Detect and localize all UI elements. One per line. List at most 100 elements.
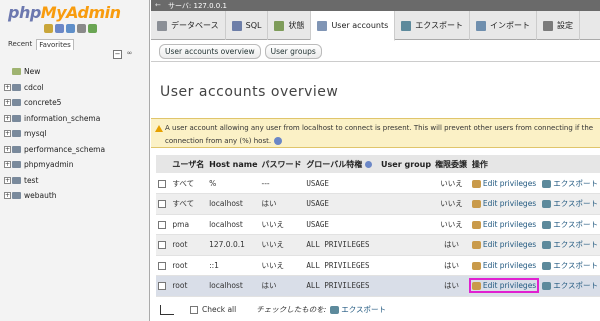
footer-export-button[interactable]: エクスポート	[341, 304, 386, 315]
database-name[interactable]: cdcol	[24, 83, 44, 92]
edit-privileges-button[interactable]: Edit privileges	[471, 240, 536, 250]
cell-actions: Edit privileges エクスポート	[468, 275, 600, 297]
database-name[interactable]: performance_schema	[24, 145, 105, 154]
database-item[interactable]: + concrete5	[4, 95, 146, 111]
export-icon	[542, 241, 552, 250]
row-checkbox-cell	[156, 193, 171, 215]
cell-username: すべて	[170, 193, 208, 215]
database-name[interactable]: New	[24, 67, 40, 76]
warning-notice: A user account allowing any user from lo…	[151, 118, 600, 148]
link-icon[interactable]: ∞	[125, 50, 134, 59]
help-icon[interactable]	[365, 160, 373, 168]
status-icon	[274, 20, 285, 31]
database-icon	[12, 114, 21, 122]
export-icon	[542, 200, 552, 209]
edit-privileges-icon	[471, 261, 481, 270]
edit-privileges-button[interactable]: Edit privileges	[471, 261, 536, 270]
edit-privileges-button[interactable]: Edit privileges	[471, 199, 536, 209]
logout-icon[interactable]	[55, 24, 64, 33]
expand-icon[interactable]: +	[4, 130, 11, 138]
cell-actions: Edit privileges エクスポート	[469, 255, 600, 276]
tab-label: User accounts	[331, 21, 389, 30]
row-checkbox[interactable]	[158, 200, 166, 209]
row-checkbox[interactable]	[158, 241, 166, 250]
expand-icon[interactable]: +	[4, 145, 11, 153]
tab-favorites[interactable]: Favorites	[36, 39, 74, 50]
home-icon[interactable]	[44, 24, 53, 33]
database-name[interactable]: concrete5	[24, 98, 61, 107]
expand-icon[interactable]: +	[4, 114, 11, 122]
tab-recent[interactable]: Recent	[6, 39, 34, 50]
export-icon[interactable]	[330, 305, 340, 314]
database-name[interactable]: webauth	[24, 191, 57, 200]
expand-icon[interactable]: +	[4, 83, 11, 91]
cell-hostname: ::1	[207, 255, 260, 276]
row-checkbox[interactable]	[158, 179, 166, 188]
header-username[interactable]: ユーザ名	[170, 155, 208, 173]
export-button[interactable]: エクスポート	[542, 240, 598, 250]
database-item[interactable]: New	[4, 64, 146, 80]
tab-import[interactable]: インポート	[470, 11, 538, 40]
export-button[interactable]: エクスポート	[542, 179, 598, 188]
subtab-user-accounts-overview[interactable]: User accounts overview	[159, 44, 261, 59]
export-button[interactable]: エクスポート	[542, 261, 598, 270]
database-name[interactable]: information_schema	[24, 114, 100, 123]
row-checkbox[interactable]	[158, 220, 166, 229]
row-checkbox[interactable]	[158, 261, 166, 270]
database-item[interactable]: + mysql	[4, 126, 146, 142]
row-checkbox[interactable]	[158, 282, 166, 291]
edit-privileges-button[interactable]: Edit privileges	[471, 220, 536, 229]
tab-export[interactable]: エクスポート	[395, 11, 471, 40]
database-name[interactable]: phpmyadmin	[24, 160, 74, 169]
logo-php: php	[8, 3, 41, 22]
gear-icon[interactable]	[77, 24, 86, 33]
export-button[interactable]: エクスポート	[542, 199, 598, 209]
header-password[interactable]: パスワード	[259, 155, 305, 173]
export-button[interactable]: エクスポート	[542, 220, 598, 229]
cell-grant: いいえ	[433, 214, 470, 235]
database-name[interactable]: test	[24, 176, 38, 185]
header-hostname[interactable]: Host name	[207, 155, 260, 173]
tab-status[interactable]: 状態	[268, 11, 312, 40]
database-item[interactable]: + phpmyadmin	[4, 157, 146, 173]
cell-hostname: %	[207, 173, 260, 194]
database-item[interactable]: + performance_schema	[4, 142, 146, 158]
expand-icon[interactable]: +	[4, 176, 11, 184]
database-item[interactable]: + webauth	[4, 188, 146, 204]
export-button[interactable]: エクスポート	[542, 281, 598, 291]
edit-privileges-button[interactable]: Edit privileges	[468, 278, 540, 294]
edit-privileges-icon	[471, 179, 481, 188]
subtab-user-groups[interactable]: User groups	[264, 44, 322, 59]
tab-label: データベース	[171, 21, 219, 30]
database-name[interactable]: mysql	[24, 129, 47, 138]
breadcrumb[interactable]: サーバ: 127.0.0.1	[168, 1, 227, 11]
check-all-checkbox[interactable]	[190, 305, 198, 314]
database-icon	[12, 192, 21, 200]
tree-controls: − ∞	[113, 50, 134, 59]
top-breadcrumb-bar: ← サーバ: 127.0.0.1	[151, 0, 600, 11]
help-icon[interactable]	[66, 24, 75, 33]
reload-icon[interactable]	[88, 24, 97, 33]
expand-icon[interactable]: +	[4, 99, 11, 107]
tab-users[interactable]: User accounts	[311, 11, 396, 41]
header-grant: 権限委譲	[433, 155, 470, 173]
expand-icon[interactable]: +	[4, 192, 11, 200]
database-item[interactable]: + test	[4, 173, 146, 189]
edit-privileges-icon	[471, 282, 481, 291]
edit-privileges-button[interactable]: Edit privileges	[471, 179, 536, 188]
cell-password: ---	[259, 173, 305, 194]
edit-privileges-icon	[471, 241, 481, 250]
tab-sql[interactable]: SQL	[226, 11, 269, 40]
cell-grant: はい	[433, 255, 470, 276]
back-arrow-icon[interactable]: ←	[155, 1, 161, 9]
tab-settings[interactable]: 設定	[537, 11, 581, 40]
phpmyadmin-logo[interactable]: phpMyAdmin	[8, 3, 121, 22]
database-item[interactable]: + cdcol	[4, 80, 146, 96]
check-all-label[interactable]: Check all	[202, 305, 236, 314]
collapse-all-icon[interactable]: −	[113, 50, 122, 59]
database-item[interactable]: + information_schema	[4, 111, 146, 127]
cell-global-privileges: ALL PRIVILEGES	[304, 234, 380, 256]
help-icon[interactable]	[274, 137, 283, 145]
tab-database[interactable]: データベース	[151, 11, 226, 40]
expand-icon[interactable]: +	[4, 161, 11, 169]
